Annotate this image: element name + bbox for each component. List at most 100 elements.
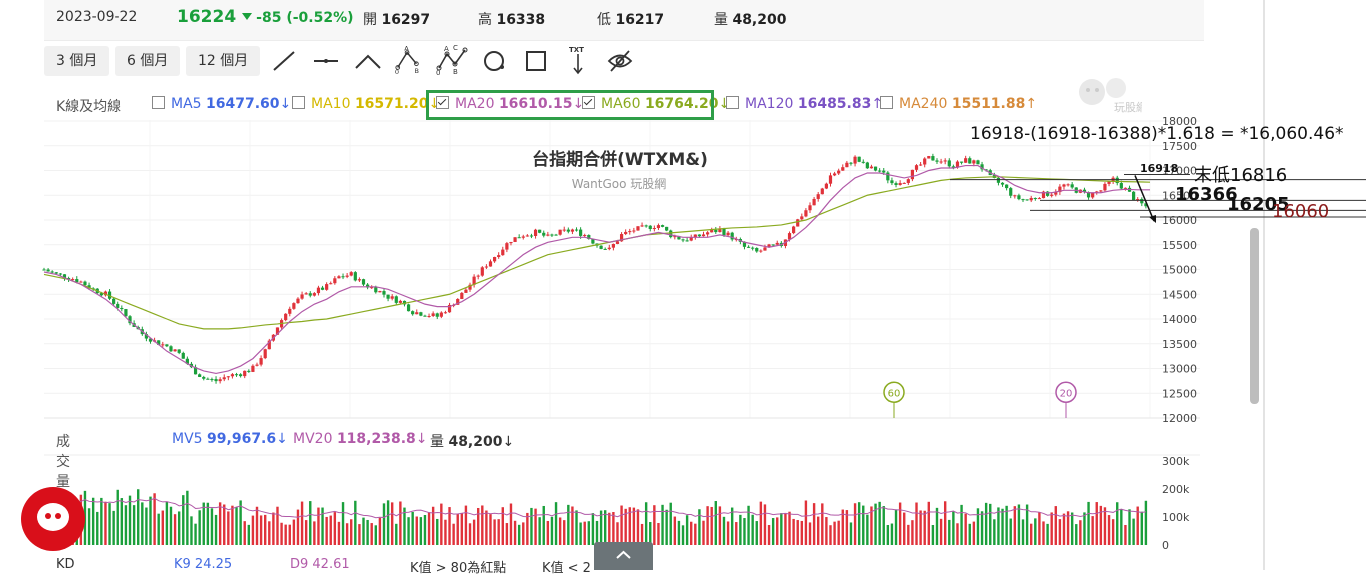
candle-body [902,182,906,184]
candle-body [386,294,390,299]
candle-body [820,188,824,195]
volume-bar [497,519,500,545]
candle-body [312,293,316,296]
volume-bar [567,504,570,545]
candle-body [419,312,423,316]
chat-button[interactable] [21,487,85,551]
volume-bar [280,522,283,545]
candle-body [652,228,656,230]
price-tick-label: 14000 [1162,313,1197,326]
volume-bar [354,500,357,545]
candle-body [439,312,443,317]
volume-bar [1046,523,1049,545]
candle-body [861,161,865,163]
volume-bar [907,524,910,545]
volume-bar [538,517,541,545]
candle-body [632,230,636,232]
volume-bar [776,517,779,545]
candle-body [579,229,583,236]
volume-bar [735,522,738,545]
volume-bar [1107,515,1111,545]
volume-bar [677,520,681,545]
scroll-up-button[interactable] [594,542,653,570]
candle-body [349,272,353,276]
volume-bar [542,505,545,545]
volume-bar [903,512,906,545]
volume-bar [665,509,668,545]
volume-bar [157,513,160,545]
candle-body [353,272,357,281]
candle-body [849,162,853,164]
volume-bar [296,509,300,545]
volume-bar [603,510,607,545]
fib-formula-annotation: 16918-(16918-16388)*1.618 = *16,060.46* [970,124,1344,144]
candle-body [476,275,480,277]
candle-body [435,313,439,317]
candle-body [58,273,62,275]
candle-body [378,291,382,293]
candle-body [546,234,550,236]
volume-bar [825,517,828,545]
volume-bar [112,510,115,545]
volume-bar [526,512,529,545]
volume-bar [673,516,677,545]
volume-bar [866,514,869,545]
candle-body [853,156,857,164]
volume-bar [989,503,992,545]
volume-bar [382,503,386,545]
candle-body [1140,198,1144,204]
volume-bar [165,501,169,545]
volume-bar [1087,501,1090,545]
volume-bar [177,511,181,545]
candle-body [607,247,611,250]
candle-body [697,234,702,237]
candle-body [1021,199,1025,201]
candle-body [329,283,333,285]
candle-body [808,205,812,211]
volume-bar [132,505,136,545]
volume-bar [632,507,636,545]
candle-body [423,315,427,317]
volume-bar [739,514,742,545]
candle-body [333,278,337,284]
price-tick-label: 15000 [1162,264,1197,277]
volume-bar [927,501,930,545]
candle-body [1037,198,1041,200]
volume-bar [227,511,230,545]
volume-bar [288,524,291,545]
price-tick-label: 12000 [1162,412,1197,425]
volume-bar [1116,502,1119,545]
volume-bar [223,504,226,545]
volume-bar [759,501,763,545]
volume-bar [710,506,713,545]
volume-bar [993,519,996,545]
candle-body [755,248,759,252]
candle-body [935,160,939,162]
vertical-scrollbar[interactable] [1250,228,1259,404]
volume-bar [821,503,824,545]
volume-bar [239,500,242,545]
candle-body [427,315,431,317]
price-tick-label: 13000 [1162,363,1197,376]
volume-bar [251,515,255,545]
price-tick-label: 12500 [1162,387,1197,400]
volume-bar [743,518,746,545]
candle-body [714,229,718,233]
candle-body [685,240,689,242]
candle-body [79,281,83,283]
volume-bar [694,523,697,545]
candle-body [345,275,349,277]
volume-bar [300,501,304,545]
candle-body [1136,198,1140,200]
volume-bar [243,521,246,545]
candle-body [636,226,640,231]
volume-bar [182,495,185,545]
candle-body [800,216,804,220]
volume-bar [1083,512,1086,545]
price-tick-label: 13500 [1162,338,1197,351]
candle-body [656,225,661,229]
candle-body [411,311,415,315]
volume-bar [509,503,513,545]
candle-body [845,162,849,168]
candle-body [939,161,943,163]
